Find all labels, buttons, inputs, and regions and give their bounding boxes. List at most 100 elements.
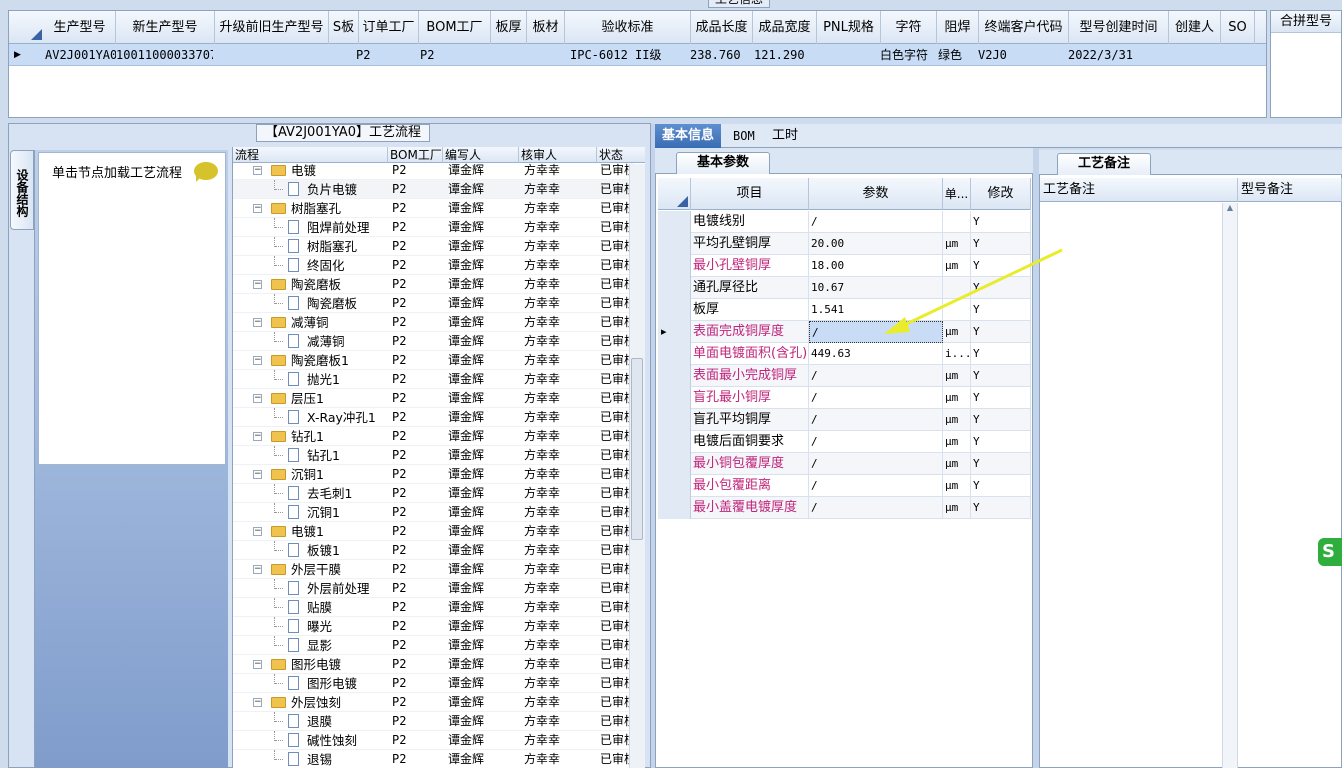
collapse-icon[interactable]: −: [253, 356, 262, 365]
param-cell-value[interactable]: 10.67: [809, 277, 943, 299]
tree-cell-reviewer[interactable]: 方幸幸: [524, 503, 596, 522]
tree-cell-name[interactable]: 贴膜: [307, 598, 387, 617]
tree-cell-name[interactable]: 沉铜1: [291, 465, 387, 484]
col-header[interactable]: PNL规格: [817, 11, 881, 44]
collapse-icon[interactable]: −: [253, 394, 262, 403]
tree-cell-factory[interactable]: P2: [392, 332, 442, 351]
tree-cell-writer[interactable]: 谭金辉: [448, 636, 518, 655]
col-header[interactable]: 工艺备注: [1040, 178, 1238, 202]
param-row[interactable]: 最小盖覆电镀厚度 / μm Y: [658, 497, 1031, 519]
tree-cell-reviewer[interactable]: 方幸幸: [524, 161, 596, 180]
col-header[interactable]: 创建人: [1169, 11, 1221, 44]
param-row[interactable]: 板厚 1.541 Y: [658, 299, 1031, 321]
cell[interactable]: P2: [417, 44, 489, 66]
tree-cell-factory[interactable]: P2: [392, 484, 442, 503]
tree-cell-writer[interactable]: 谭金辉: [448, 693, 518, 712]
col-header[interactable]: 参数: [809, 178, 943, 210]
tree-row[interactable]: − 电镀1 P2 谭金辉 方幸幸 已审核: [233, 522, 645, 541]
tree-cell-reviewer[interactable]: 方幸幸: [524, 351, 596, 370]
tree-row[interactable]: 贴膜 P2 谭金辉 方幸幸 已审核: [233, 598, 645, 617]
param-row[interactable]: 盲孔平均铜厚 / μm Y: [658, 409, 1031, 431]
param-cell-value[interactable]: 449.63: [809, 343, 943, 365]
tree-cell-factory[interactable]: P2: [392, 199, 442, 218]
tree-cell-writer[interactable]: 谭金辉: [448, 541, 518, 560]
col-header[interactable]: BOM工厂: [419, 11, 491, 44]
tree-cell-name[interactable]: 退锡: [307, 750, 387, 768]
tree-cell-writer[interactable]: 谭金辉: [448, 256, 518, 275]
col-header[interactable]: 型号备注: [1238, 178, 1342, 202]
tree-row[interactable]: 沉铜1 P2 谭金辉 方幸幸 已审核: [233, 503, 645, 522]
tree-cell-reviewer[interactable]: 方幸幸: [524, 332, 596, 351]
cell[interactable]: 白色字符: [877, 44, 937, 66]
tree-cell-factory[interactable]: P2: [392, 294, 442, 313]
collapse-icon[interactable]: −: [253, 280, 262, 289]
collapse-icon[interactable]: −: [253, 432, 262, 441]
tree-cell-reviewer[interactable]: 方幸幸: [524, 598, 596, 617]
tree-cell-writer[interactable]: 谭金辉: [448, 427, 518, 446]
tree-cell-writer[interactable]: 谭金辉: [448, 389, 518, 408]
tab-bom[interactable]: BOM: [726, 124, 762, 148]
tree-cell-writer[interactable]: 谭金辉: [448, 180, 518, 199]
tree-cell-writer[interactable]: 谭金辉: [448, 237, 518, 256]
cell[interactable]: 238.760: [687, 44, 751, 66]
tree-cell-writer[interactable]: 谭金辉: [448, 503, 518, 522]
tree-cell-reviewer[interactable]: 方幸幸: [524, 750, 596, 768]
tree-cell-writer[interactable]: 谭金辉: [448, 408, 518, 427]
tree-row[interactable]: − 减薄铜 P2 谭金辉 方幸幸 已审核: [233, 313, 645, 332]
tree-cell-reviewer[interactable]: 方幸幸: [524, 541, 596, 560]
tree-cell-factory[interactable]: P2: [392, 541, 442, 560]
tree-cell-name[interactable]: 减薄铜: [307, 332, 387, 351]
row-selector[interactable]: [658, 277, 691, 299]
tree-cell-factory[interactable]: P2: [392, 522, 442, 541]
tree-cell-name[interactable]: 陶瓷磨板1: [291, 351, 387, 370]
tree-cell-name[interactable]: 抛光1: [307, 370, 387, 389]
tree-cell-reviewer[interactable]: 方幸幸: [524, 655, 596, 674]
tree-cell-reviewer[interactable]: 方幸幸: [524, 180, 596, 199]
tree-cell-name[interactable]: 曝光: [307, 617, 387, 636]
tree-row[interactable]: X-Ray冲孔1 P2 谭金辉 方幸幸 已审核: [233, 408, 645, 427]
load-hint-label[interactable]: 单击节点加载工艺流程: [52, 162, 182, 181]
row-selector[interactable]: [658, 497, 691, 519]
tree-cell-factory[interactable]: P2: [392, 180, 442, 199]
param-cell-value[interactable]: /: [809, 321, 943, 343]
row-selector[interactable]: [658, 299, 691, 321]
tree-cell-factory[interactable]: P2: [392, 503, 442, 522]
tree-cell-reviewer[interactable]: 方幸幸: [524, 579, 596, 598]
tree-row[interactable]: 去毛刺1 P2 谭金辉 方幸幸 已审核: [233, 484, 645, 503]
row-selector[interactable]: ▸: [658, 321, 691, 343]
tree-cell-reviewer[interactable]: 方幸幸: [524, 617, 596, 636]
tree-cell-reviewer[interactable]: 方幸幸: [524, 636, 596, 655]
tree-cell-writer[interactable]: 谭金辉: [448, 598, 518, 617]
tree-cell-name[interactable]: 层压1: [291, 389, 387, 408]
tree-cell-name[interactable]: 图形电镀: [307, 674, 387, 693]
tree-cell-factory[interactable]: P2: [392, 693, 442, 712]
collapse-icon[interactable]: −: [253, 470, 262, 479]
tree-cell-writer[interactable]: 谭金辉: [448, 522, 518, 541]
tree-cell-reviewer[interactable]: 方幸幸: [524, 275, 596, 294]
select-all-cell[interactable]: [658, 178, 691, 210]
collapse-icon[interactable]: −: [253, 527, 262, 536]
ime-icon[interactable]: S: [1318, 538, 1342, 566]
tree-row[interactable]: 图形电镀 P2 谭金辉 方幸幸 已审核: [233, 674, 645, 693]
side-tab-equipment[interactable]: 设备结构: [10, 150, 34, 230]
tree-row[interactable]: 负片电镀 P2 谭金辉 方幸幸 已审核: [233, 180, 645, 199]
tree-cell-factory[interactable]: P2: [392, 313, 442, 332]
top-tab-process-info[interactable]: 工艺信息: [708, 0, 770, 8]
param-row[interactable]: ▸ 表面完成铜厚度 / μm Y: [658, 321, 1031, 343]
col-header[interactable]: 升级前旧生产型号: [215, 11, 329, 44]
tree-row[interactable]: 板镀1 P2 谭金辉 方幸幸 已审核: [233, 541, 645, 560]
tree-cell-name[interactable]: 钻孔1: [307, 446, 387, 465]
col-header[interactable]: 订单工厂: [359, 11, 419, 44]
tab-basic-params[interactable]: 基本参数: [676, 152, 771, 174]
param-row[interactable]: 盲孔最小铜厚 / μm Y: [658, 387, 1031, 409]
tree-cell-reviewer[interactable]: 方幸幸: [524, 484, 596, 503]
tree-cell-reviewer[interactable]: 方幸幸: [524, 199, 596, 218]
tree-cell-writer[interactable]: 谭金辉: [448, 560, 518, 579]
col-header[interactable]: SO: [1221, 11, 1255, 44]
tree-cell-reviewer[interactable]: 方幸幸: [524, 560, 596, 579]
tree-row[interactable]: 树脂塞孔 P2 谭金辉 方幸幸 已审核: [233, 237, 645, 256]
param-cell-value[interactable]: /: [809, 409, 943, 431]
tree-cell-factory[interactable]: P2: [392, 750, 442, 768]
param-cell-value[interactable]: /: [809, 475, 943, 497]
tree-cell-name[interactable]: 电镀: [291, 161, 387, 180]
